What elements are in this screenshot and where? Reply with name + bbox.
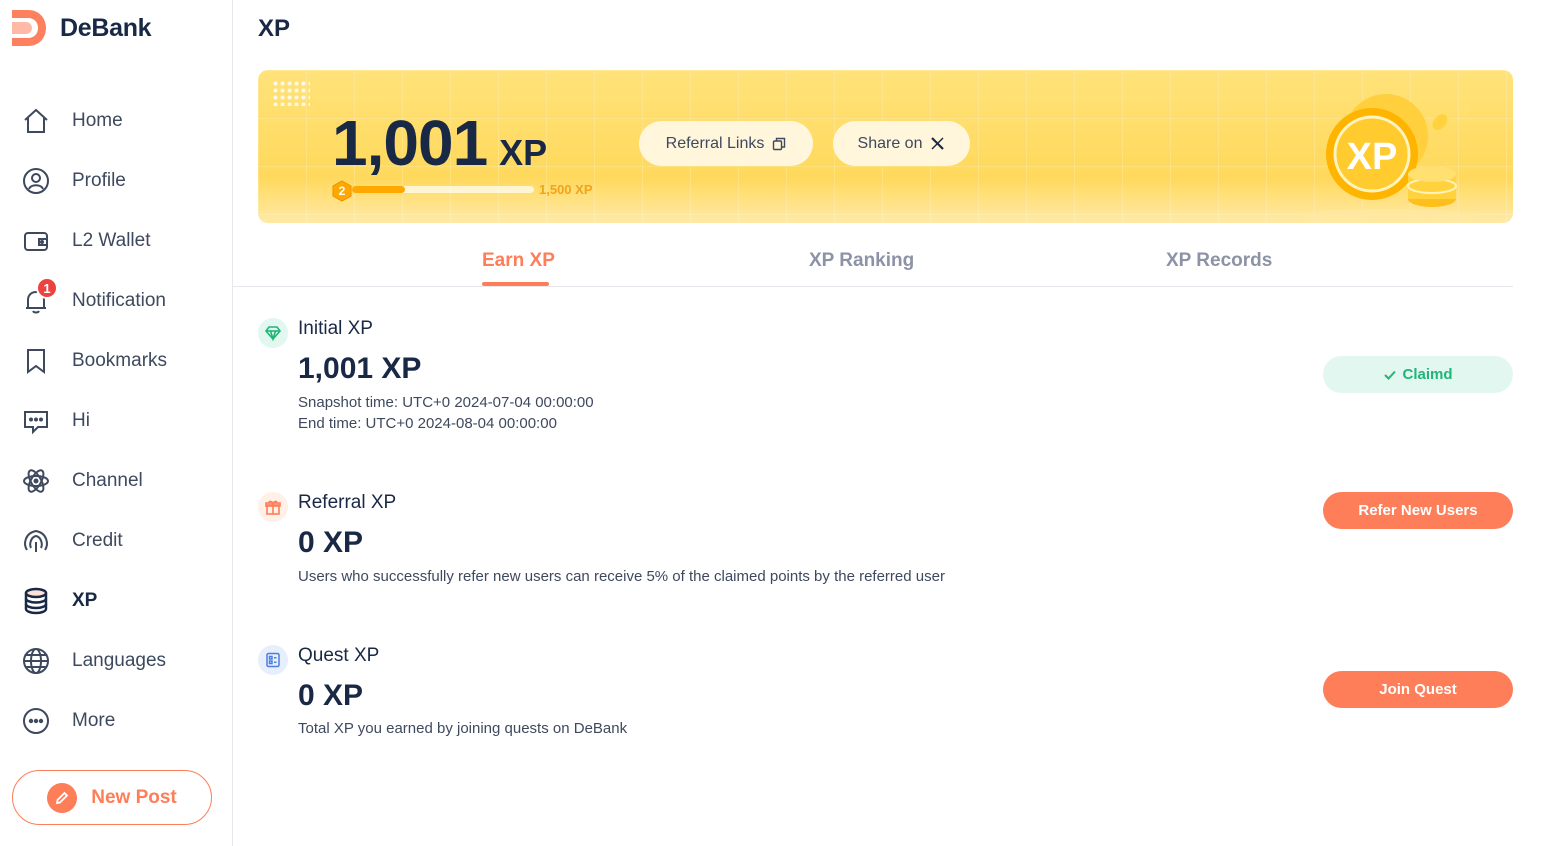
sidebar-item-profile[interactable]: Profile (20, 159, 220, 203)
sidebar-item-label: Hi (72, 410, 90, 431)
sidebar-item-home[interactable]: Home (20, 99, 220, 143)
wallet-icon (20, 225, 52, 257)
referral-xp-value: 0 XP (298, 526, 364, 559)
profile-icon (20, 165, 52, 197)
x-logo-icon (931, 137, 945, 150)
sidebar: DeBank Home Profile L2 Wallet 1 Notifica… (0, 0, 233, 846)
xp-progress-bar (352, 186, 534, 193)
sidebar-item-more[interactable]: More (20, 699, 220, 743)
xp-banner: 1,001 XP 2 1,500 XP Referral Links Share… (258, 70, 1513, 223)
sidebar-item-label: Profile (72, 170, 126, 191)
next-level-target: 1,500 XP (539, 182, 593, 197)
sidebar-item-l2-wallet[interactable]: L2 Wallet (20, 219, 220, 263)
xp-tabs: Earn XP XP Ranking XP Records (233, 240, 1513, 287)
sidebar-item-label: Notification (72, 290, 166, 311)
sidebar-item-xp[interactable]: XP (20, 579, 220, 623)
sidebar-item-hi[interactable]: Hi (20, 399, 220, 443)
referral-xp-section: Referral XP 0 XP Users who successfully … (258, 492, 1513, 592)
refer-new-users-button[interactable]: Refer New Users (1323, 492, 1513, 529)
page-title: XP (258, 15, 291, 42)
active-tab-indicator (482, 282, 549, 286)
bell-icon: 1 (20, 277, 58, 317)
sidebar-item-languages[interactable]: Languages (20, 639, 220, 683)
quest-xp-value: 0 XP (298, 679, 364, 712)
sidebar-item-label: Channel (72, 470, 143, 491)
notification-badge: 1 (36, 277, 58, 299)
sidebar-item-label: Home (72, 110, 123, 131)
share-on-x-button[interactable]: Share on (833, 121, 970, 166)
tab-xp-ranking[interactable]: XP Ranking (809, 250, 914, 272)
initial-xp-value: 1,001 XP (298, 352, 422, 385)
sidebar-item-label: Languages (72, 650, 167, 671)
share-on-label: Share on (857, 134, 923, 152)
tab-xp-records[interactable]: XP Records (1166, 250, 1272, 272)
sidebar-item-credit[interactable]: Credit (20, 519, 220, 563)
referral-xp-title: Referral XP (298, 492, 397, 513)
referral-xp-description: Users who successfully refer new users c… (298, 568, 945, 585)
quest-xp-description: Total XP you earned by joining quests on… (298, 720, 628, 737)
sidebar-item-label: Credit (72, 530, 123, 551)
debank-logo-icon (12, 10, 46, 46)
quest-xp-title: Quest XP (298, 645, 380, 666)
pencil-icon (47, 782, 78, 813)
atom-icon (20, 465, 52, 497)
level-value: 2 (338, 184, 346, 198)
xp-total-unit: XP (499, 132, 548, 173)
level-badge: 2 (332, 180, 352, 202)
check-icon (1384, 370, 1397, 380)
checklist-icon (258, 645, 288, 675)
credit-icon (20, 525, 52, 557)
new-post-label: New Post (91, 786, 177, 808)
sidebar-item-bookmarks[interactable]: Bookmarks (20, 339, 220, 383)
claimed-button[interactable]: Claimd (1323, 356, 1513, 393)
initial-xp-title: Initial XP (298, 318, 373, 339)
referral-links-label: Referral Links (665, 134, 765, 152)
end-time: End time: UTC+0 2024-08-04 00:00:00 (298, 415, 557, 432)
xp-coins-illustration: XP (1298, 94, 1478, 223)
copy-icon (773, 137, 786, 150)
sidebar-item-notification[interactable]: 1 Notification (20, 277, 220, 323)
coin-text: XP (1347, 136, 1398, 178)
snapshot-time: Snapshot time: UTC+0 2024-07-04 00:00:00 (298, 394, 594, 411)
sidebar-item-channel[interactable]: Channel (20, 459, 220, 503)
join-quest-button[interactable]: Join Quest (1323, 671, 1513, 708)
xp-total: 1,001 XP (332, 106, 547, 180)
sidebar-item-label: L2 Wallet (72, 230, 151, 251)
message-icon (20, 405, 52, 437)
globe-icon (20, 645, 52, 677)
banner-dots-pattern (272, 80, 310, 106)
gift-icon (258, 492, 288, 522)
diamond-icon (258, 318, 288, 348)
sidebar-item-label: More (72, 710, 116, 731)
database-icon (20, 585, 52, 617)
xp-progress-fill (352, 186, 405, 193)
claimed-label: Claimd (1402, 366, 1453, 383)
initial-xp-section: Initial XP 1,001 XP Snapshot time: UTC+0… (258, 318, 1513, 438)
referral-links-button[interactable]: Referral Links (639, 121, 813, 166)
more-icon (20, 705, 52, 737)
logo[interactable]: DeBank (12, 10, 152, 46)
xp-total-value: 1,001 (332, 107, 488, 179)
sidebar-item-label: XP (72, 590, 98, 611)
new-post-button[interactable]: New Post (12, 770, 212, 825)
quest-xp-section: Quest XP 0 XP Total XP you earned by joi… (258, 645, 1513, 745)
app-name: DeBank (60, 13, 152, 42)
bookmark-icon (20, 345, 52, 377)
home-icon (20, 105, 52, 137)
sidebar-item-label: Bookmarks (72, 350, 168, 371)
tab-earn-xp[interactable]: Earn XP (482, 250, 555, 272)
